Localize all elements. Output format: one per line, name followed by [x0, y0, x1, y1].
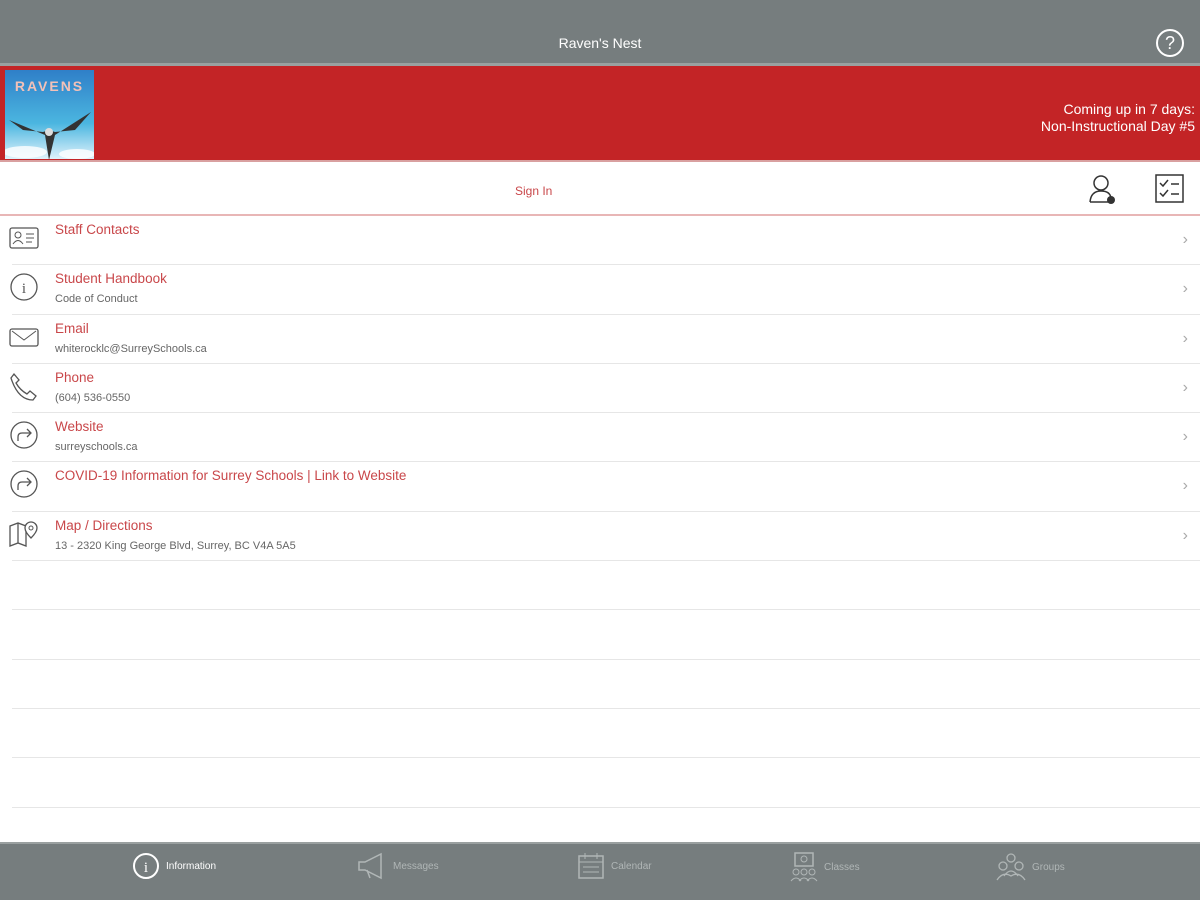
list-item-website[interactable]: Website surreyschools.ca ›	[10, 413, 1200, 463]
tab-messages[interactable]: Messages	[357, 852, 439, 880]
groups-icon	[996, 853, 1026, 881]
sign-in-bar: Sign In	[0, 162, 1200, 216]
app-title: Raven's Nest	[558, 35, 642, 51]
megaphone-icon	[358, 852, 382, 880]
info-icon: i	[133, 853, 159, 879]
calendar-icon	[578, 853, 604, 879]
empty-row	[12, 561, 1200, 611]
school-logo: RAVENS	[5, 70, 94, 159]
chevron-right-icon: ›	[1182, 477, 1188, 495]
envelope-icon	[9, 327, 39, 347]
chevron-right-icon: ›	[1182, 329, 1188, 347]
list-item-phone[interactable]: Phone (604) 536-0550 ›	[10, 364, 1200, 414]
empty-row	[12, 709, 1200, 759]
list-item-student-handbook[interactable]: i Student Handbook Code of Conduct ›	[10, 265, 1200, 315]
phone-icon	[10, 372, 37, 401]
checklist-icon[interactable]	[1155, 174, 1185, 204]
user-settings-icon[interactable]	[1088, 174, 1118, 206]
share-arrow-icon	[10, 470, 38, 499]
title-bar: Raven's Nest ?	[0, 0, 1200, 66]
tab-groups[interactable]: Groups	[996, 852, 1065, 882]
list-item-map-directions[interactable]: Map / Directions 13 - 2320 King George B…	[9, 512, 1200, 562]
tab-information[interactable]: i Information	[132, 852, 216, 880]
share-arrow-icon	[10, 421, 38, 449]
chevron-right-icon: ›	[1182, 526, 1188, 544]
empty-row	[12, 758, 1200, 808]
map-pin-icon	[9, 521, 38, 547]
list-item-email[interactable]: Email whiterocklc@SurreySchools.ca ›	[9, 315, 1200, 364]
upcoming-event[interactable]: Coming up in 7 days: Non-Instructional D…	[1041, 101, 1195, 135]
chevron-right-icon: ›	[1182, 280, 1188, 298]
contact-card-icon	[9, 227, 39, 249]
tab-classes[interactable]: Classes	[790, 852, 860, 882]
info-icon: i	[10, 273, 38, 301]
chevron-right-icon: ›	[1182, 428, 1188, 446]
chevron-right-icon: ›	[1182, 231, 1188, 248]
tab-bar: i Information Messages Calendar Classes …	[0, 842, 1200, 900]
classes-icon	[790, 852, 818, 882]
list-item-covid-info[interactable]: COVID-19 Information for Surrey Schools …	[10, 462, 1200, 512]
help-icon[interactable]: ?	[1156, 29, 1184, 57]
chevron-right-icon: ›	[1182, 378, 1188, 396]
info-list: Staff Contacts › i Student Handbook Code…	[0, 216, 1200, 808]
list-item-staff-contacts[interactable]: Staff Contacts ›	[9, 216, 1200, 266]
sign-in-link[interactable]: Sign In	[515, 184, 552, 198]
empty-row	[12, 660, 1200, 709]
empty-row	[12, 610, 1200, 660]
school-banner: RAVENS Coming up in 7 days: Non-Instruct…	[0, 66, 1200, 162]
tab-calendar[interactable]: Calendar	[577, 852, 652, 880]
svg-text:i: i	[22, 281, 26, 297]
svg-text:i: i	[144, 860, 148, 876]
